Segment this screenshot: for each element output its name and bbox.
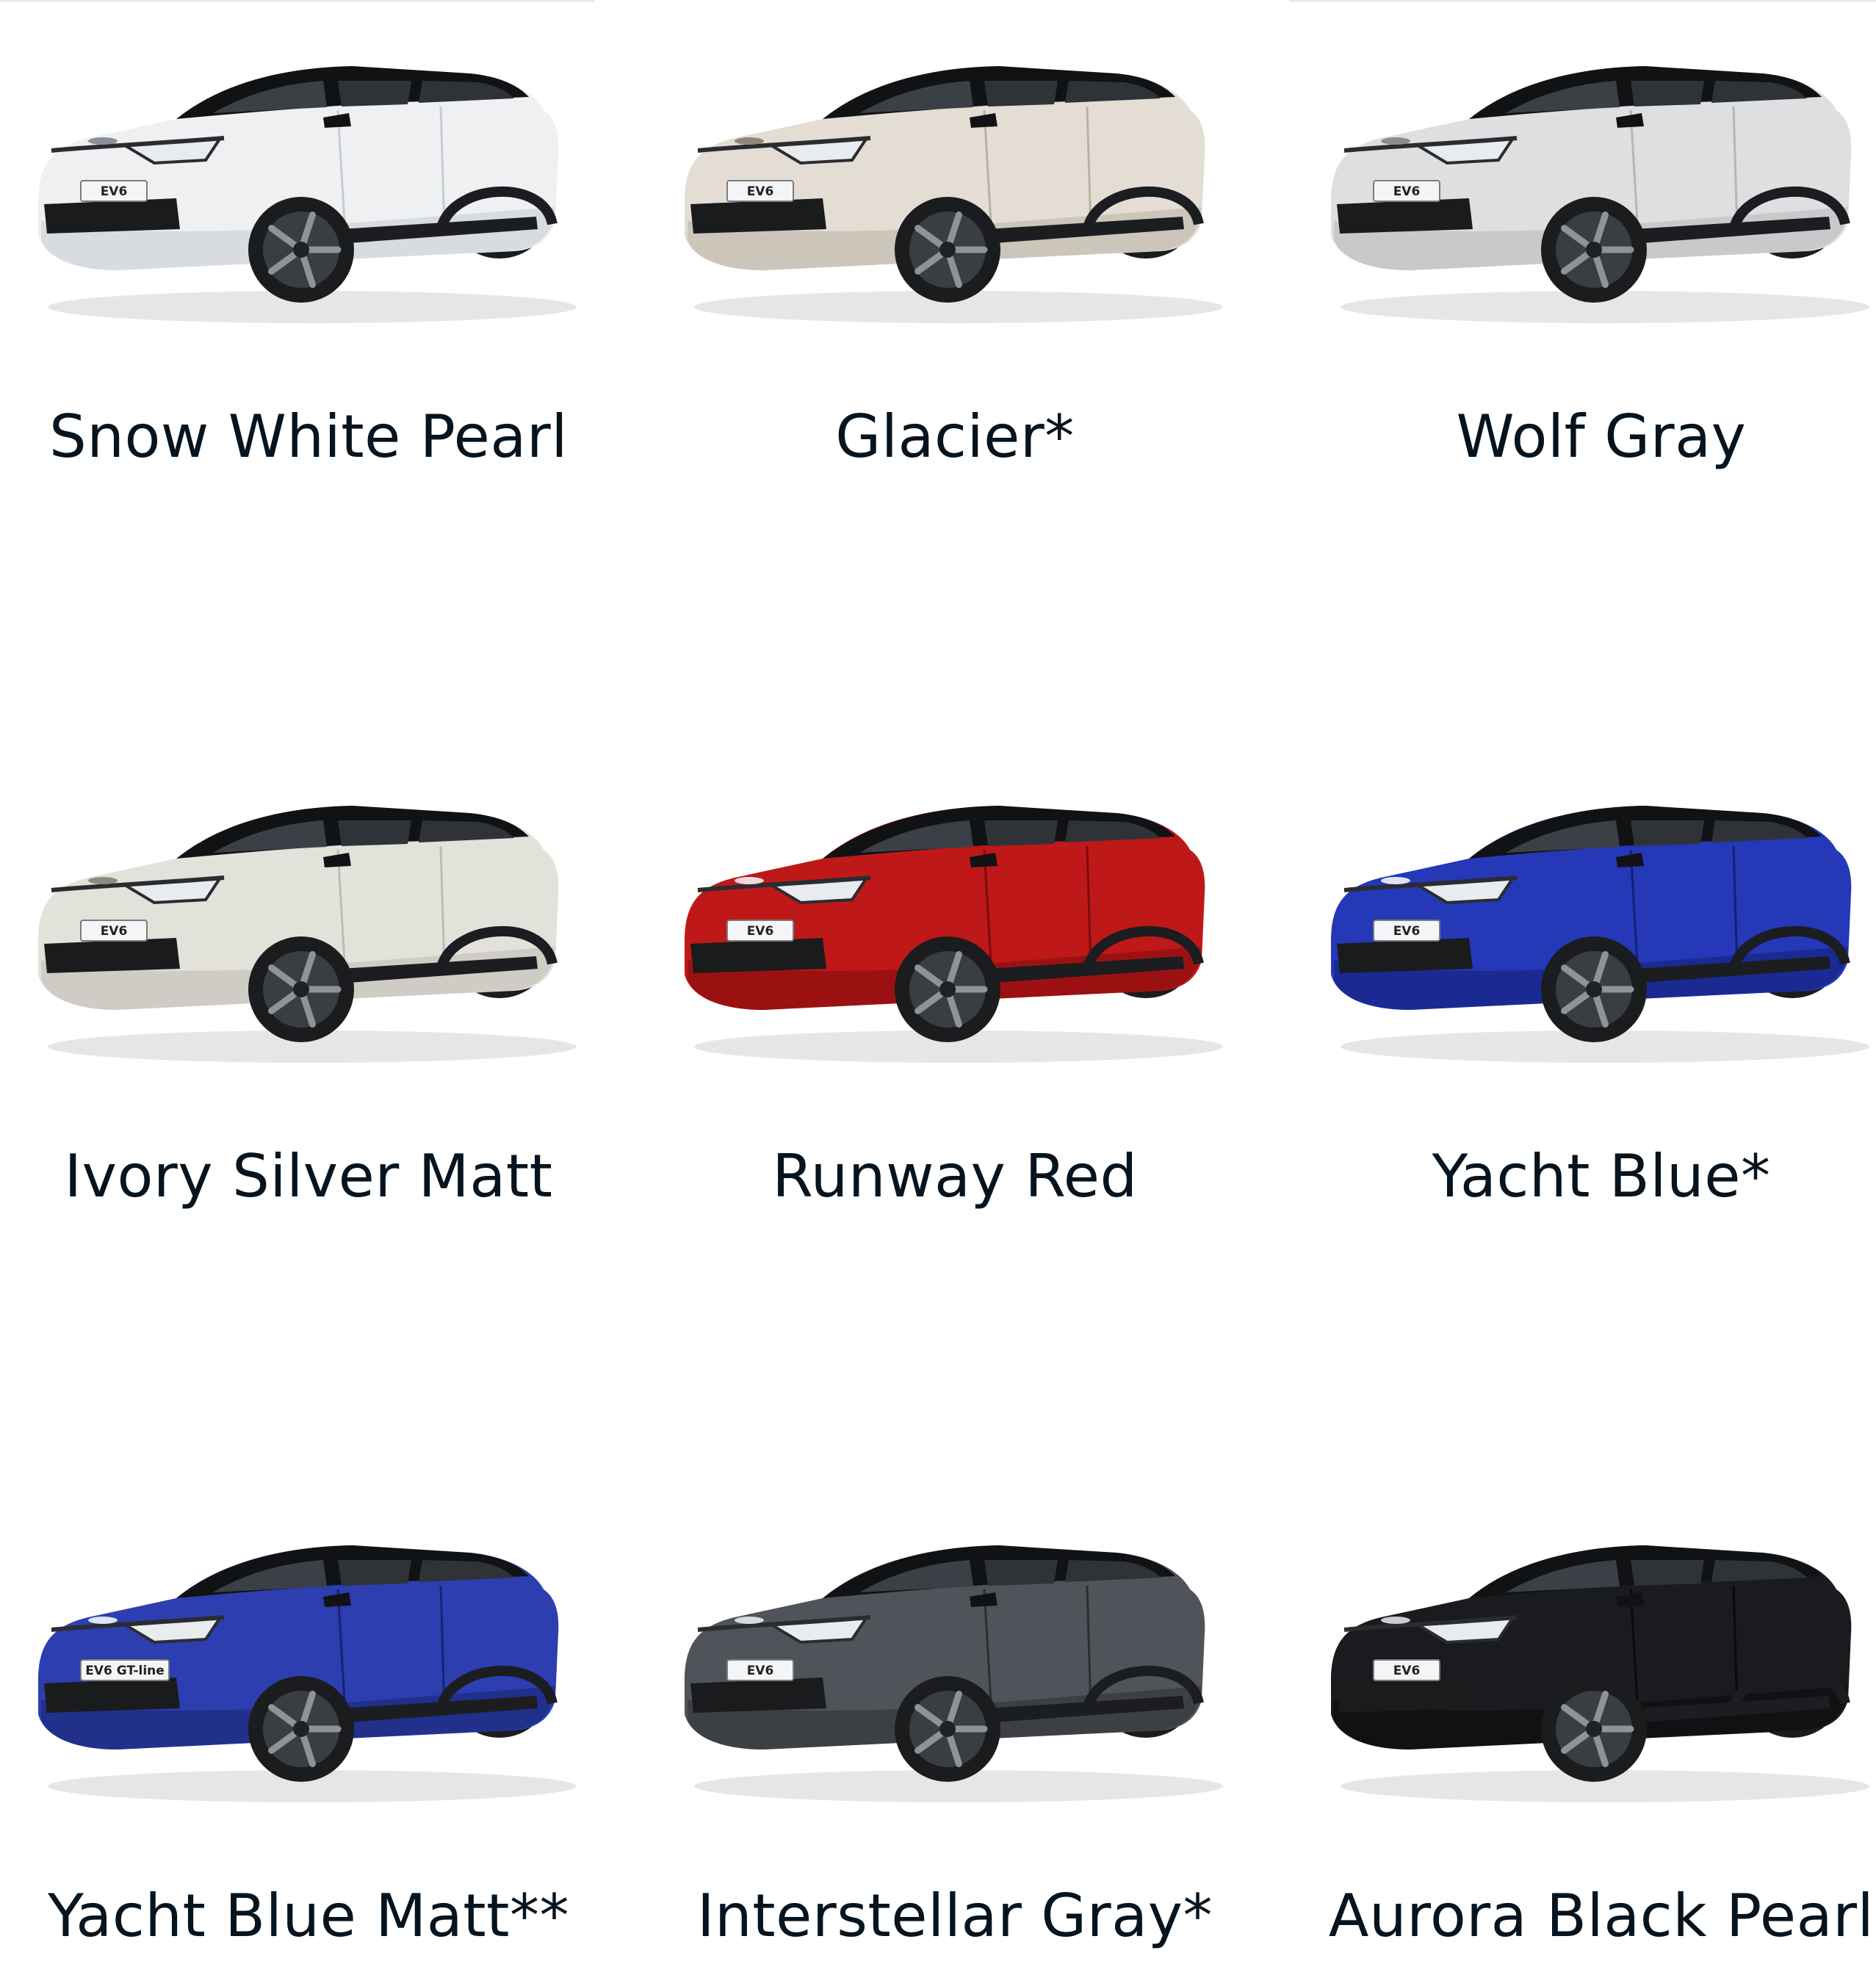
license-plate-text: EV6	[1393, 1664, 1421, 1678]
brand-logo	[735, 877, 764, 884]
car-image: EV6	[1331, 1545, 1869, 1802]
color-swatch-card[interactable]: EV6 Yacht Blue*	[1322, 776, 1876, 1246]
hub	[293, 1721, 309, 1737]
color-name-label: Wolf Gray	[1456, 402, 1747, 471]
car-image: EV6 GT-line	[38, 1545, 577, 1802]
color-swatch-card[interactable]: EV6 Runway Red	[676, 776, 1234, 1246]
brand-logo	[1381, 137, 1410, 145]
color-swatch-card[interactable]: EV6 GT-line Yacht Blue Matt**	[29, 1516, 588, 1986]
hub	[1586, 242, 1602, 258]
top-divider-right	[1289, 0, 1876, 2]
color-name-label: Glacier*	[835, 402, 1075, 471]
lower-intake	[690, 1678, 826, 1713]
license-plate-text: EV6	[101, 924, 128, 939]
color-name-label: Runway Red	[772, 1142, 1138, 1210]
license-plate-text: EV6 GT-line	[85, 1664, 165, 1678]
hub	[939, 981, 956, 997]
license-plate-text: EV6	[747, 184, 774, 199]
color-swatch-card[interactable]: EV6 Snow White Pearl	[29, 37, 588, 507]
hub	[939, 1721, 956, 1737]
brand-logo	[88, 877, 118, 884]
car-image: EV6	[685, 806, 1223, 1063]
license-plate-text: EV6	[747, 1664, 774, 1678]
front-window	[984, 1560, 1058, 1586]
lower-intake	[44, 1678, 180, 1713]
top-divider-left	[0, 0, 595, 2]
car-image: EV6	[685, 1545, 1223, 1802]
lower-intake	[690, 198, 826, 234]
color-name-label: Interstellar Gray*	[696, 1882, 1213, 1950]
color-swatch-card[interactable]: EV6 Interstellar Gray*	[676, 1516, 1234, 1986]
car-image: EV6	[38, 66, 577, 323]
brand-logo	[88, 1617, 118, 1624]
license-plate-text: EV6	[1393, 924, 1421, 939]
lower-intake	[44, 938, 180, 973]
front-window	[1631, 81, 1704, 106]
brand-logo	[735, 1617, 764, 1624]
lower-intake	[1337, 198, 1473, 234]
license-plate-text: EV6	[747, 924, 774, 939]
hub	[293, 981, 309, 997]
color-name-label: Aurora Black Pearl	[1328, 1882, 1875, 1950]
color-swatch-card[interactable]: EV6 Wolf Gray	[1322, 37, 1876, 507]
license-plate-text: EV6	[1393, 184, 1421, 199]
license-plate-text: EV6	[101, 184, 128, 199]
car-image: EV6	[1331, 66, 1869, 323]
front-window	[338, 1560, 411, 1586]
brand-logo	[735, 137, 764, 145]
car-image: EV6	[685, 66, 1223, 323]
lower-intake	[1337, 1678, 1473, 1713]
hub	[293, 242, 309, 258]
lower-intake	[1337, 938, 1473, 973]
color-swatch-card[interactable]: EV6 Ivory Silver Matt	[29, 776, 588, 1246]
hub	[1586, 1721, 1602, 1737]
front-window	[338, 820, 411, 846]
lower-intake	[690, 938, 826, 973]
brand-logo	[1381, 1617, 1410, 1624]
hub	[939, 242, 956, 258]
brand-logo	[88, 137, 118, 145]
front-window	[1631, 1560, 1704, 1586]
color-name-label: Snow White Pearl	[48, 402, 569, 471]
color-name-label: Yacht Blue Matt**	[47, 1882, 570, 1950]
color-swatch-card[interactable]: EV6 Aurora Black Pearl	[1322, 1516, 1876, 1986]
hub	[1586, 981, 1602, 997]
car-image: EV6	[38, 806, 577, 1063]
brand-logo	[1381, 877, 1410, 884]
front-window	[338, 81, 411, 106]
color-name-label: Ivory Silver Matt	[64, 1142, 553, 1210]
front-window	[1631, 820, 1704, 846]
car-image: EV6	[1331, 806, 1869, 1063]
color-name-label: Yacht Blue*	[1432, 1142, 1771, 1210]
front-window	[984, 820, 1058, 846]
lower-intake	[44, 198, 180, 234]
color-swatch-card[interactable]: EV6 Glacier*	[676, 37, 1234, 507]
front-window	[984, 81, 1058, 106]
